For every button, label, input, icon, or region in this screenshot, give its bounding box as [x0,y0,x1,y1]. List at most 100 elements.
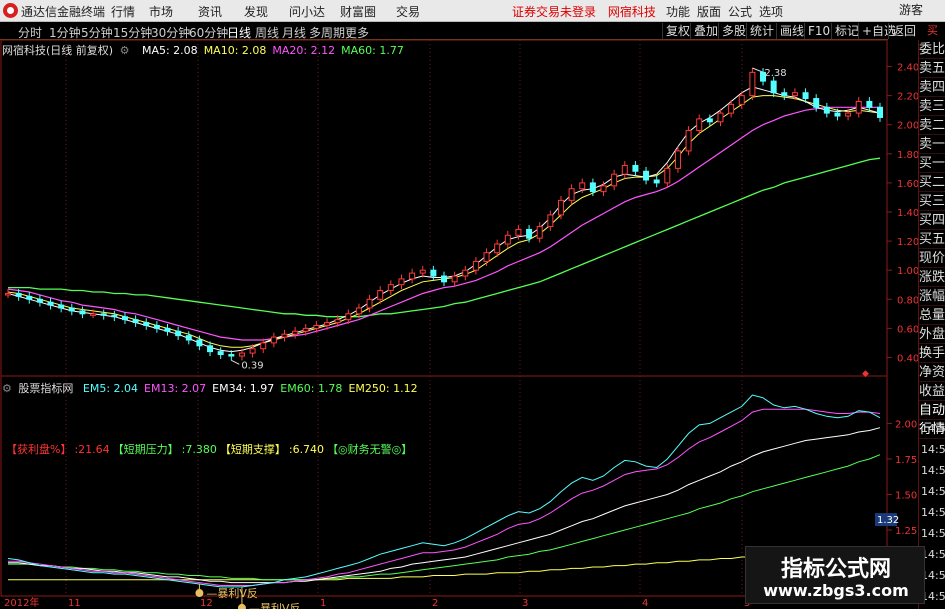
candle-up [324,322,331,326]
price-tick-label: 0.40 [897,353,919,364]
side-panel-item[interactable]: 卖二 [919,116,945,135]
candle-down [132,319,139,324]
time-label: 14:50 [921,443,945,456]
low-marker-line [231,359,240,365]
side-panel-item[interactable]: 卖一 [919,135,945,154]
side-panel-item[interactable]: 卖三 [919,97,945,116]
em-legend-item-2: EM34: 1.97 [212,382,275,395]
kline-chart[interactable]: 2.40 2.20 2.00 1.80 1.60 1.40 1.20 1.00 0.80 0.60… [0,0,945,609]
candle-up [90,313,97,316]
side-panel-item[interactable]: 买五 [919,230,945,249]
date-tick-label: 2012年 [4,596,39,609]
candle-down [100,313,107,316]
candle-up [387,284,394,292]
candle-up [568,188,575,201]
candle-up [547,214,554,228]
sub-tick-label: 1.50 [895,491,917,502]
candle-down [36,298,43,303]
candle-up [345,313,352,321]
time-label: 14:50 [921,422,945,435]
date-tick-label: 2 [432,598,438,609]
side-panel-item[interactable]: 买二 [919,173,945,192]
signal-label: —暴利V反 [206,587,258,600]
formula-legend-item: :7.380 [181,443,217,456]
candle-up [355,307,362,315]
candle-down [15,292,22,297]
main-chart-legend: 网宿科技(日线 前复权) ⚙ MA5: 2.08 MA10: 2.08 MA20: … [2,42,404,58]
quote-side-panel: 委比 卖五 卖四 卖三 卖二 卖一 买一 买二 买三 买四 买五 现价 涨跌 涨幅 总量 外盘 换手 净资 收益 自动… [918,40,945,609]
candle-up [579,182,586,190]
candle-up [494,243,501,254]
candle-up [674,150,681,169]
candle-up [472,260,479,271]
price-tick-label: 2.40 [897,63,919,74]
em-legend-items: EM5: 2.04 EM13: 2.07 EM34: 1.97 EM60: 1.78 E… [77,382,418,395]
candle-up [270,336,277,344]
formula-legend-item: 【短期压力】 [112,443,179,456]
candle-up [664,167,671,184]
side-panel-item[interactable]: 委比 [919,40,945,59]
candle-up [621,164,628,175]
candle-down [175,330,182,337]
formula-legend: 【获利盘%】:21.64 【短期压力】:7.380 【短期支撑】:6.740 【◎财务… [6,441,415,457]
side-panel-item[interactable]: 收益 [919,382,945,401]
price-tick-label: 0.60 [897,324,919,335]
candle-up [738,95,745,105]
candle-down [68,307,75,312]
ma5-line [7,86,881,353]
candle-up [696,118,703,132]
ma-legend-item-0: MA5: 2.08 [141,44,198,57]
ma-legend-item-1: MA10: 2.08 [203,44,267,57]
price-axis: 2.40 2.20 2.00 1.80 1.60 1.40 1.20 1.00 0.80 0.60… [4,63,919,609]
time-label: 14:50 [921,485,945,498]
price-tick-label: 2.00 [897,121,919,132]
side-panel-item[interactable]: 卖五 [919,59,945,78]
time-label: 14:50 [921,464,945,477]
side-panel-item[interactable]: 外盘 [919,325,945,344]
candle-up [377,290,384,300]
candle-down [58,304,65,309]
settings-icon-sub[interactable]: ⚙ [2,382,12,395]
candle-up [462,269,469,277]
candle-up [313,324,320,329]
high-marker-line [752,67,763,73]
candle-down [153,324,160,329]
chart-annotations: 2.38 0.39 ◆ —暴利V反 —暴利V反 [195,67,869,609]
side-panel-item[interactable]: 涨幅 [919,287,945,306]
sub-tick-label: 2.00 [895,419,917,430]
price-tick-label: 1.80 [897,150,919,161]
price-tick-label: 1.60 [897,179,919,190]
candle-up [292,330,299,335]
side-panel-item[interactable]: 自动 [919,401,945,420]
sub-tick-label: 1.25 [895,526,917,537]
candle-down [813,98,820,108]
side-panel-item[interactable]: 换手 [919,344,945,363]
candle-up [611,173,618,187]
date-tick-label: 3 [522,598,528,609]
side-panel-item[interactable]: 卖四 [919,78,945,97]
side-panel-item[interactable]: 买四 [919,211,945,230]
side-panel-item[interactable]: 买三 [919,192,945,211]
side-panel-item[interactable]: 买一 [919,154,945,173]
watermark-url: www.zbgs3.com [763,581,909,600]
side-panel-item[interactable]: 净资 [919,363,945,382]
panel-marker: ◆ [862,369,869,379]
candle-down [441,275,447,283]
signal-label: —暴利V反 [249,602,301,609]
side-panel-item[interactable]: 涨跌 [919,268,945,287]
candle-up [409,272,416,280]
side-panel-item[interactable]: 总量 [919,306,945,325]
candle-up [281,333,288,338]
candle-up [398,278,405,286]
settings-icon[interactable]: ⚙ [120,44,130,57]
time-label: 14:50 [921,506,945,519]
ma-legend-item-2: MA20: 2.12 [272,44,336,57]
ma20-line [7,106,880,341]
candle-down [430,269,437,277]
ma60-line [8,157,881,318]
formula-legend-item: :6.740 [288,443,325,456]
candle-up [515,228,522,236]
sub-tick-label: 1.75 [895,455,917,466]
side-panel-item[interactable]: 现价 [919,249,945,268]
candle-down [47,301,54,306]
